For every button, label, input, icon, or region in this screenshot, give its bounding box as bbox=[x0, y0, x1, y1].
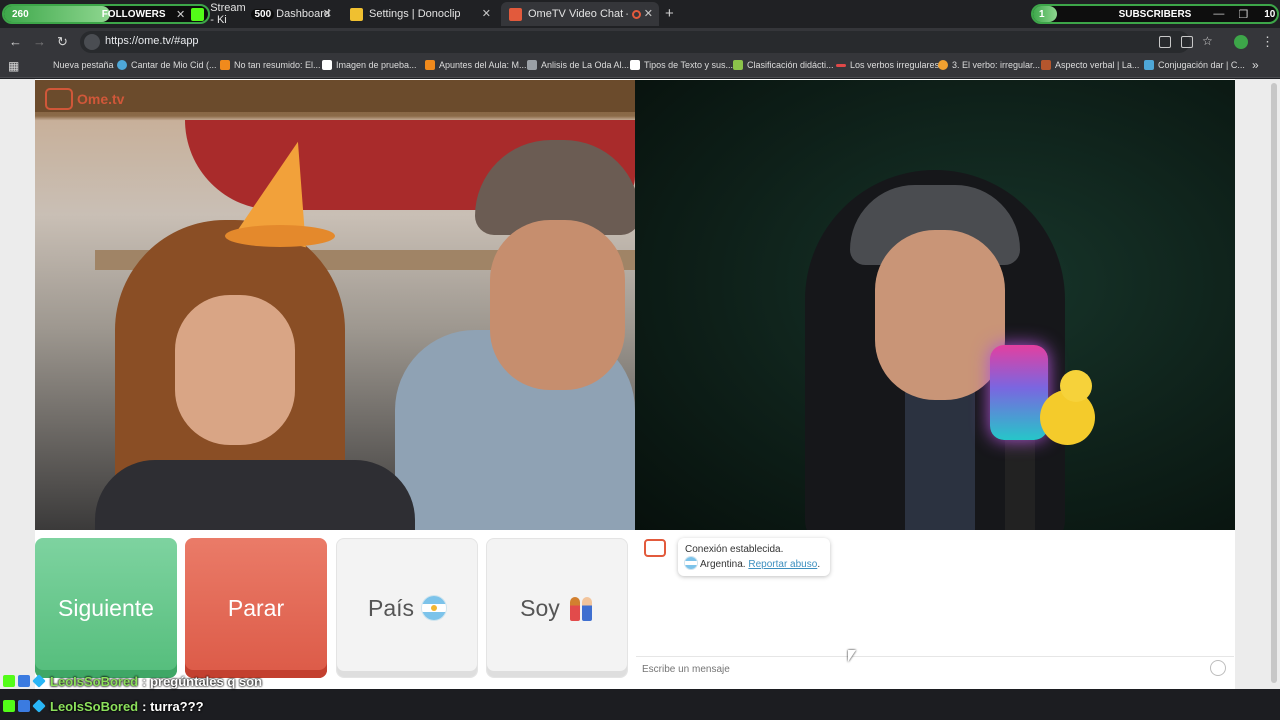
kick-favicon-icon bbox=[191, 7, 205, 21]
rubber-duck-head bbox=[1060, 370, 1092, 402]
tab-ometv[interactable]: OmeTV Video Chat — Ome ✕ bbox=[501, 2, 659, 26]
witch-hat-brim bbox=[225, 225, 335, 247]
followers-goal: 500 bbox=[251, 8, 275, 20]
close-icon[interactable]: ✕ bbox=[482, 7, 491, 20]
tab-donoclip-settings[interactable]: Settings | Donoclip ✕ bbox=[342, 2, 497, 26]
ometv-avatar-icon bbox=[644, 539, 666, 557]
stream-chat-line: LeoIsSoBored : pregúntales q son bbox=[0, 672, 1280, 690]
bookmark-item[interactable]: Nueva pestaña bbox=[53, 60, 114, 70]
country-button[interactable]: País bbox=[336, 538, 478, 678]
stream-chat-line: LeoIsSoBored : turra??? bbox=[0, 697, 1280, 715]
bookmark-item[interactable]: No tan resumido: El... bbox=[220, 60, 321, 70]
menu-dots-icon[interactable]: ⋮ bbox=[1261, 34, 1274, 50]
bookmark-item[interactable]: Aspecto verbal | La... bbox=[1041, 60, 1139, 70]
stranger-video: Ome.tv bbox=[35, 80, 635, 530]
bookmark-item[interactable]: Tipos de Texto y sus... bbox=[630, 60, 733, 70]
system-message: Conexión establecida. Argentina. Reporta… bbox=[678, 538, 830, 576]
donoclip-favicon-icon bbox=[350, 7, 363, 21]
subscribers-goal-bar: 1 SUBSCRIBERS — ❐ 10 bbox=[1031, 4, 1279, 24]
followers-count: 260 bbox=[12, 8, 29, 20]
girl-face bbox=[175, 295, 295, 445]
couple-icon bbox=[568, 594, 594, 622]
gender-button[interactable]: Soy bbox=[486, 538, 628, 678]
bookmark-star-icon[interactable]: ☆ bbox=[1202, 34, 1213, 48]
tab-label: Settings | Donoclip bbox=[369, 8, 461, 20]
gem-badge-icon bbox=[32, 674, 46, 688]
new-tab-button[interactable]: + bbox=[665, 5, 674, 22]
profile-avatar[interactable] bbox=[1234, 35, 1248, 49]
gem-badge-icon bbox=[32, 699, 46, 713]
girl-body bbox=[95, 460, 415, 530]
tab-label: OmeTV Video Chat — Ome bbox=[528, 8, 628, 20]
page-scrollbar[interactable] bbox=[1271, 83, 1277, 683]
bookmark-item[interactable]: Los verbos irregulares bbox=[836, 60, 939, 70]
back-arrow-icon[interactable]: ← bbox=[9, 34, 22, 49]
omnibox[interactable]: https://ome.tv/#app bbox=[80, 31, 1190, 53]
forward-arrow-icon[interactable]: → bbox=[33, 34, 46, 49]
chat-message: : pregúntales q son bbox=[142, 673, 263, 689]
chat-username: LeoIsSoBored bbox=[50, 673, 139, 689]
translate-icon[interactable] bbox=[1159, 36, 1171, 48]
self-video bbox=[635, 80, 1235, 530]
tab-close-icon[interactable]: ✕ bbox=[176, 8, 185, 21]
bookmark-item[interactable]: Conjugación dar | C... bbox=[1144, 60, 1245, 70]
site-info-icon[interactable] bbox=[84, 34, 100, 50]
bookmarks-bar: ▦ Nueva pestaña Cantar de Mio Cid (... N… bbox=[0, 56, 1280, 78]
url-text[interactable]: https://ome.tv/#app bbox=[105, 35, 199, 47]
kick-badge-icon bbox=[3, 675, 15, 687]
verified-badge-icon bbox=[18, 675, 30, 687]
minimize-icon[interactable]: — bbox=[1213, 8, 1224, 20]
chat-panel: Conexión establecida. Argentina. Reporta… bbox=[636, 530, 1234, 680]
cast-icon[interactable] bbox=[1181, 36, 1193, 48]
tab-label: Stream - Ki bbox=[210, 2, 246, 26]
next-button[interactable]: Siguiente bbox=[35, 538, 177, 678]
report-abuse-link[interactable]: Reportar abuso bbox=[748, 559, 817, 570]
ometv-logo: Ome.tv bbox=[45, 88, 124, 110]
streamer-shirt bbox=[905, 380, 975, 530]
streamer-face bbox=[875, 230, 1005, 400]
verified-badge-icon bbox=[18, 700, 30, 712]
close-icon[interactable]: ✕ bbox=[323, 7, 332, 20]
bookmark-item[interactable]: Clasificación didácti... bbox=[733, 60, 834, 70]
reload-icon[interactable]: ↻ bbox=[57, 34, 68, 50]
subscribers-label: SUBSCRIBERS bbox=[1118, 8, 1192, 20]
rgb-microphone bbox=[990, 345, 1048, 440]
partner-country: Argentina. bbox=[700, 559, 746, 570]
bookmark-item[interactable]: Cantar de Mio Cid (... bbox=[117, 60, 217, 70]
tab-stream-dashboard[interactable]: ✕ Stream - Ki 500 Dashboard ✕ bbox=[168, 2, 338, 26]
mic-stand bbox=[1005, 440, 1035, 530]
bookmark-item[interactable]: 3. El verbo: irregular... bbox=[938, 60, 1040, 70]
connection-status: Conexión establecida. bbox=[685, 544, 784, 555]
close-icon[interactable]: ✕ bbox=[644, 7, 653, 20]
chat-message: : turra??? bbox=[142, 698, 204, 714]
bunk-bed-frame bbox=[35, 80, 635, 112]
stop-button[interactable]: Parar bbox=[185, 538, 327, 678]
kick-badge-icon bbox=[3, 700, 15, 712]
recording-icon bbox=[632, 9, 641, 19]
ometv-tv-icon bbox=[45, 88, 73, 110]
bookmark-item[interactable]: Apuntes del Aula: M... bbox=[425, 60, 527, 70]
argentina-flag-icon bbox=[422, 596, 447, 620]
followers-label: FOLLOWERS bbox=[101, 8, 166, 20]
restore-icon[interactable]: ❐ bbox=[1238, 8, 1248, 21]
mouse-cursor bbox=[848, 650, 856, 662]
ometv-favicon-icon bbox=[509, 7, 522, 21]
bookmark-item[interactable]: Anlisis de La Oda Al... bbox=[527, 60, 629, 70]
chat-username: LeoIsSoBored bbox=[50, 698, 139, 714]
browser-tab-bar: 260 FOLLOWERS ✕ Stream - Ki 500 Dashboar… bbox=[0, 0, 1280, 28]
argentina-flag-icon bbox=[685, 557, 697, 569]
subscribers-count: 1 bbox=[1039, 8, 1045, 20]
address-bar-row: ← → ↻ https://ome.tv/#app ☆ ⋮ bbox=[0, 28, 1280, 56]
more-bookmarks-icon[interactable]: » bbox=[1252, 58, 1259, 72]
report-suffix: . bbox=[817, 559, 821, 570]
bookmark-item[interactable]: Imagen de prueba... bbox=[322, 60, 417, 70]
subscribers-goal: 10 bbox=[1264, 8, 1276, 20]
subscribers-progress-fill bbox=[1033, 6, 1058, 22]
apps-grid-icon[interactable]: ▦ bbox=[8, 59, 19, 73]
boy-face bbox=[490, 220, 625, 390]
